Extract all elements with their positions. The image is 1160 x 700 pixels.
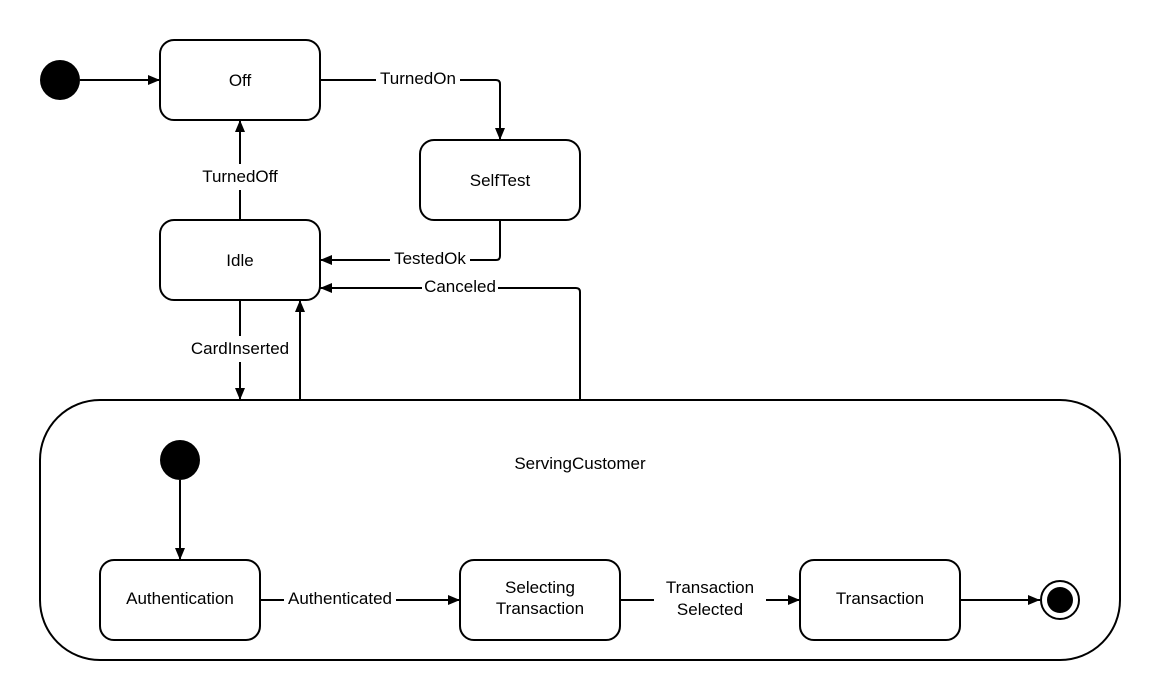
- state-selftest-label: SelfTest: [470, 171, 531, 190]
- initial-state: [40, 60, 80, 100]
- edge-transaction-selected-label-line2: Selected: [677, 600, 743, 619]
- edge-canceled-label: Canceled: [424, 277, 496, 296]
- inner-initial-state: [160, 440, 200, 480]
- edge-card-inserted-label: CardInserted: [191, 339, 289, 358]
- final-state-core: [1047, 587, 1073, 613]
- edge-transaction-selected-label-line1: Transaction: [666, 578, 754, 597]
- state-selecting-transaction-label-line2: Transaction: [496, 599, 584, 618]
- state-diagram: ServingCustomer Off SelfTest Idle Turned…: [39, 39, 1121, 661]
- state-selecting-transaction-label-line1: Selecting: [505, 578, 575, 597]
- edge-canceled: [320, 283, 581, 400]
- state-serving-customer-label: ServingCustomer: [514, 454, 646, 473]
- edge-turned-on-label: TurnedOn: [380, 69, 456, 88]
- state-transaction-label: Transaction: [836, 589, 924, 608]
- state-off-label: Off: [229, 71, 252, 90]
- edge-tested-ok-label: TestedOk: [394, 249, 466, 268]
- edge-authenticated-label: Authenticated: [288, 589, 392, 608]
- edge-turned-off-label: TurnedOff: [202, 167, 278, 186]
- state-authentication-label: Authentication: [126, 589, 234, 608]
- state-idle-label: Idle: [226, 251, 253, 270]
